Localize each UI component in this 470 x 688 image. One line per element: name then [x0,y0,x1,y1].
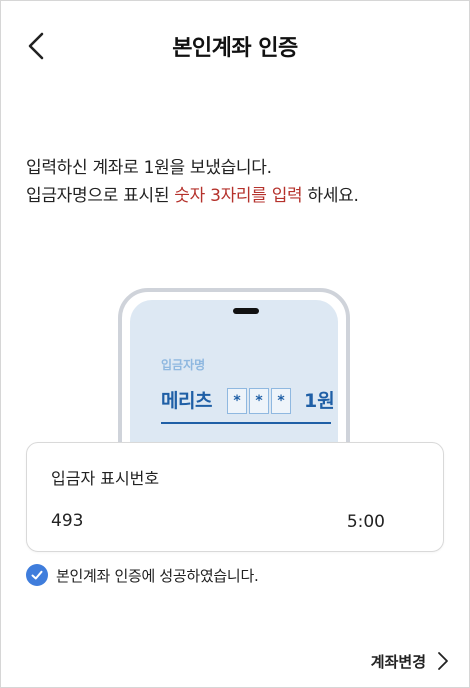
masked-digit-box: * [249,388,269,414]
change-account-button[interactable]: 계좌변경 [371,650,450,672]
illustration-amount: 1원 [304,390,335,412]
instruction-highlight: 숫자 3자리를 입력 [174,186,303,206]
countdown-timer: 5:00 [346,512,385,532]
illustration-label: 입금자명 [161,358,206,372]
header: 본인계좌 인증 [0,0,470,92]
verification-status: 본인계좌 인증에 성공하였습니다. [26,564,259,586]
change-account-label: 계좌변경 [370,652,426,671]
phone-notch [233,308,259,314]
phone-illustration: 입금자명 메리츠 * * * 1원 [118,288,350,500]
instruction-text: 입력하신 계좌로 1원을 보냈습니다. 입금자명으로 표시된 숫자 3자리를 입… [26,154,359,210]
depositor-code-card[interactable]: 입금자 표시번호 493 5:00 [26,442,444,552]
illustration-masked-digits: * * * [227,388,291,414]
checkmark-icon [31,570,43,580]
instruction-line-1: 입력하신 계좌로 1원을 보냈습니다. [26,158,272,178]
depositor-code-label: 입금자 표시번호 [51,469,160,488]
instruction-line-2-suffix: 하세요. [302,186,359,206]
chevron-right-icon [438,652,448,670]
page-title: 본인계좌 인증 [172,36,298,61]
depositor-code-input[interactable]: 493 [51,511,83,531]
masked-digit-box: * [271,388,291,414]
illustration-name: 메리츠 [161,390,212,412]
masked-digit-box: * [227,388,247,414]
instruction-line-2: 입금자명으로 표시된 숫자 3자리를 입력 하세요. [26,182,359,210]
illustration-underline [161,422,331,424]
status-message: 본인계좌 인증에 성공하였습니다. [56,566,259,585]
check-circle-icon [26,564,48,586]
instruction-line-2-prefix: 입금자명으로 표시된 [26,186,175,206]
